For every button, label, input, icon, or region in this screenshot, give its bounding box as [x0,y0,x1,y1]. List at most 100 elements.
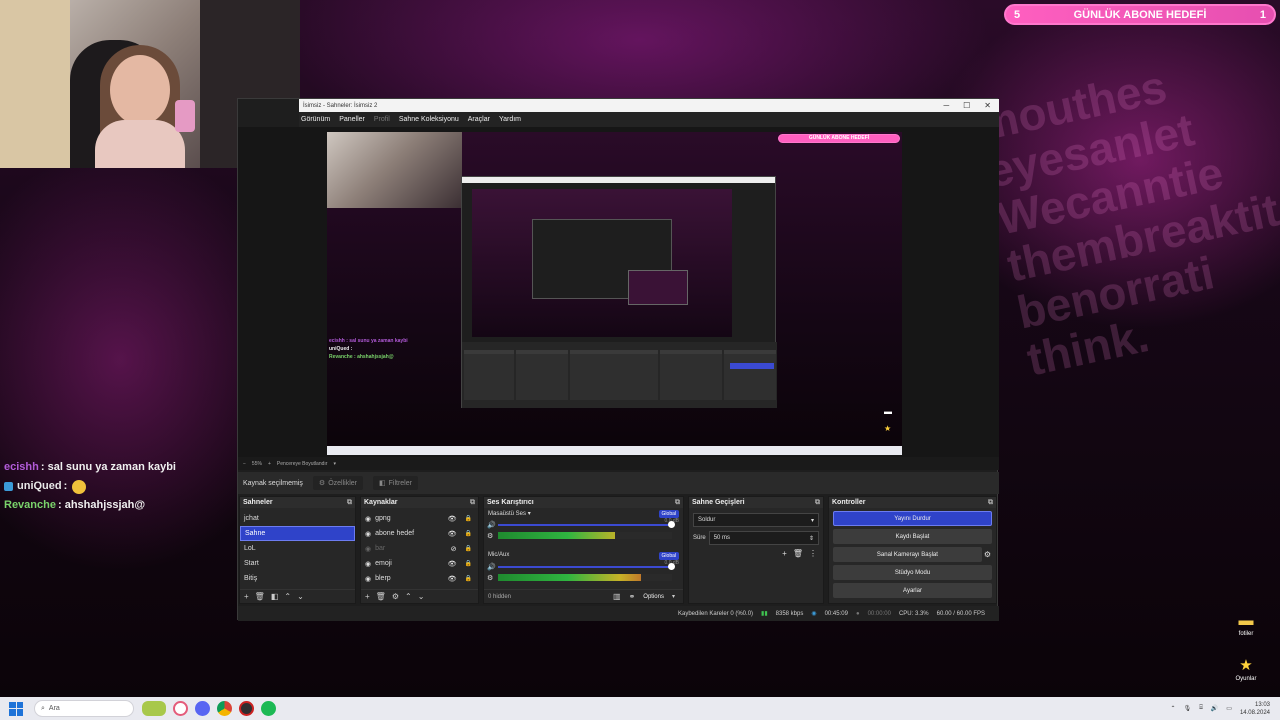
battery-icon[interactable]: ▭ [1226,705,1232,712]
source-item[interactable]: ◉ blerp 👁 🔒 [361,571,478,586]
preview-chat-line: uniQued : [329,346,353,352]
undock-icon[interactable]: ⧉ [347,499,352,507]
app-icon[interactable] [173,701,188,716]
desktop-games[interactable]: ★ Oyunlar [1226,656,1266,682]
menu-docks[interactable]: Paneller [339,116,365,123]
hidden-count[interactable]: 0 hidden [488,594,511,600]
move-down-icon[interactable]: ⌄ [418,592,425,601]
move-up-icon[interactable]: ⌃ [284,592,291,601]
eye-icon[interactable]: 👁 [448,530,457,538]
preview-area[interactable]: GÜNLÜK ABONE HEDEFİ ecishh : sal sunu ya… [238,127,999,457]
trash-icon[interactable]: 🗑 [255,592,265,601]
filters-button[interactable]: ◧ Filtreler [373,476,418,490]
chat-text: : sal sunu ya zaman kaybi [40,461,176,473]
network-icon[interactable]: ⌸ [1199,705,1203,712]
lock-icon[interactable]: 🔒 [465,530,472,537]
zoom-in-button[interactable]: + [268,461,271,467]
widgets-icon[interactable] [142,701,166,716]
obs-icon[interactable] [239,701,254,716]
volume-slider[interactable] [498,563,675,570]
lock-icon[interactable]: 🔒 [465,545,472,552]
undock-icon[interactable]: ⧉ [675,499,680,507]
filter-icon: ◧ [379,480,386,487]
add-icon[interactable]: + [244,592,249,601]
maximize-icon[interactable]: ☐ [963,101,970,110]
speaker-icon[interactable]: 🔊 [487,521,496,529]
spotify-icon[interactable] [261,701,276,716]
menu-profile[interactable]: Profil [374,116,390,123]
scenes-dock: Sahneler ⧉ jchat Sahne LoL Start Bitiş + … [239,496,356,604]
zoom-out-button[interactable]: − [243,461,246,467]
studio-mode-button[interactable]: Stüdyo Modu [833,565,992,580]
start-recording-button[interactable]: Kaydı Başlat [833,529,992,544]
move-up-icon[interactable]: ⌃ [405,592,412,601]
scene-item[interactable]: LoL [240,541,355,556]
gear-icon[interactable]: ⚙ [984,550,991,559]
stop-stream-button[interactable]: Yayını Durdur [833,511,992,526]
scene-item[interactable]: Bitiş [240,571,355,586]
microphone-icon[interactable]: 🎙 [1184,705,1192,712]
link-icon[interactable]: ⚭ [629,592,636,601]
settings-icon[interactable]: ⚙ [487,532,493,540]
chrome-icon[interactable] [217,701,232,716]
clock[interactable]: 13:03 14.08.2024 [1240,701,1270,717]
menu-view[interactable]: Görünüm [301,116,330,123]
lock-icon[interactable]: 🔒 [465,515,472,522]
chevron-up-icon[interactable]: ⌃ [1171,705,1176,712]
search-input[interactable]: ⌕ Ara [34,700,134,717]
zoom-mode-select[interactable]: Pencereye Boyutlandır [277,461,328,467]
lock-icon[interactable]: 🔒 [465,560,472,567]
spinner-icon[interactable]: ⇕ [809,535,814,542]
source-item-hidden[interactable]: ◉ bar ⊘ 🔒 [361,541,478,556]
menu-help[interactable]: Yardım [499,116,521,123]
undock-icon[interactable]: ⧉ [988,499,993,507]
eye-icon[interactable]: 👁 [448,515,457,523]
settings-icon[interactable]: ⚙ [487,574,493,582]
scene-item-selected[interactable]: Sahne [240,526,355,541]
source-item[interactable]: ◉ gpng 👁 🔒 [361,511,478,526]
close-icon[interactable]: ✕ [984,101,991,110]
lock-icon[interactable]: 🔒 [465,575,472,582]
eye-off-icon[interactable]: ⊘ [451,545,457,553]
options-menu[interactable]: Options [643,594,664,600]
menu-tools[interactable]: Araçlar [468,116,490,123]
add-icon[interactable]: + [782,549,787,558]
volume-icon[interactable]: 🔊 [1211,705,1218,712]
preview-canvas[interactable]: GÜNLÜK ABONE HEDEFİ ecishh : sal sunu ya… [327,132,902,455]
move-down-icon[interactable]: ⌄ [297,592,304,601]
add-icon[interactable]: + [365,592,370,601]
undock-icon[interactable]: ⧉ [470,499,475,507]
windows-start-icon[interactable] [9,701,23,716]
eye-icon[interactable]: 👁 [448,560,457,568]
desktop-folder[interactable]: ▬ fotiler [1226,612,1266,637]
obs-titlebar[interactable]: İsimsiz - Sahneler: İsimsiz 2 ─ ☐ ✕ [299,99,999,112]
minimize-icon[interactable]: ─ [943,101,949,110]
bitrate: 8358 kbps [775,610,804,617]
discord-icon[interactable] [195,701,210,716]
undock-icon[interactable]: ⧉ [815,499,820,507]
filter-icon[interactable]: ◧ [271,592,279,601]
chevron-down-icon[interactable]: ▾ [672,593,675,600]
duration-input[interactable]: 50 ms ⇕ [708,531,819,545]
obs-window[interactable]: İsimsiz - Sahneler: İsimsiz 2 ─ ☐ ✕ Görü… [237,98,999,621]
chevron-down-icon[interactable]: ▾ [333,461,336,467]
source-item[interactable]: ◉ abone hedef 👁 🔒 [361,526,478,541]
trash-icon[interactable]: 🗑 [793,549,803,558]
scene-item[interactable]: jchat [240,511,355,526]
trash-icon[interactable]: 🗑 [376,592,386,601]
speaker-icon[interactable]: 🔊 [487,563,496,571]
more-icon[interactable]: ⋮ [809,549,817,558]
properties-button[interactable]: ⚙ Özellikler [312,476,363,490]
chevron-down-icon[interactable]: ▾ [528,511,531,517]
eye-icon[interactable]: 👁 [448,575,457,583]
start-virtual-camera-button[interactable]: Sanal Kamerayı Başlat [833,547,982,562]
transition-select[interactable]: Soldur ▾ [693,513,819,527]
zoom-value: 55% [251,460,262,467]
menu-scene-collection[interactable]: Sahne Koleksiyonu [399,116,459,123]
layout-icon[interactable]: ▥ [613,592,621,601]
gear-icon[interactable]: ⚙ [392,592,399,601]
settings-button[interactable]: Ayarlar [833,583,992,598]
scene-item[interactable]: Start [240,556,355,571]
volume-slider[interactable] [498,521,675,528]
source-item[interactable]: ◉ emoji 👁 🔒 [361,556,478,571]
